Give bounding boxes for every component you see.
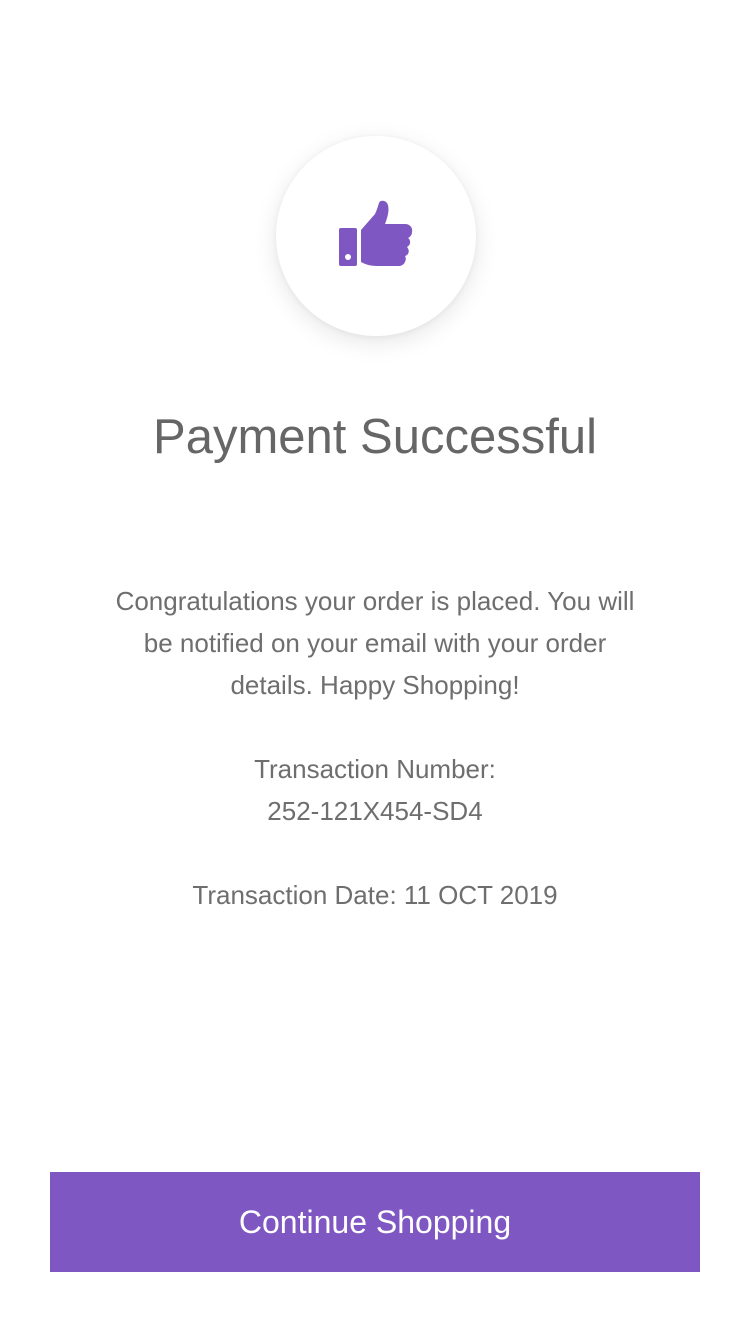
page-title: Payment Successful [153,410,597,464]
transaction-number-label: Transaction Number: [254,754,496,784]
transaction-date: Transaction Date: 11 OCT 2019 [192,880,558,910]
confirmation-message: Congratulations your order is placed. Yo… [115,586,635,700]
success-icon-badge [276,136,476,336]
continue-shopping-button[interactable]: Continue Shopping [50,1172,700,1272]
transaction-number-value: 252-121X454-SD4 [267,796,483,826]
thumbs-up-icon [339,200,413,266]
transaction-number: Transaction Number: 252-121X454-SD4 [0,748,750,832]
